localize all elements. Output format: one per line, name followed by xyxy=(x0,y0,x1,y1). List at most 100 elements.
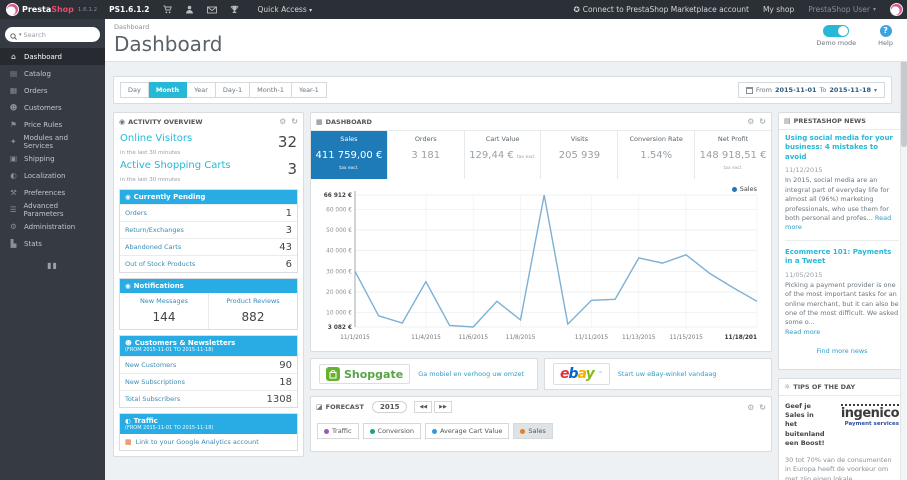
shopgate-ad[interactable]: Shopgate Ga mobiel en verhoog uw omzet xyxy=(310,358,538,390)
range-day-1-button[interactable]: Day-1 xyxy=(215,82,251,98)
globe-icon: ◐ xyxy=(125,417,131,425)
sidebar-search[interactable]: ▾ xyxy=(5,27,100,42)
prestashop-logo[interactable]: PrestaShop 1.6.1.2 xyxy=(0,3,103,16)
ingenico-logo: ingenico Payment services xyxy=(831,402,900,447)
x-tick-label: 11/6/2015 xyxy=(458,335,488,341)
find-more-news-link[interactable]: Find more news xyxy=(785,337,899,361)
sidebar-item-customers[interactable]: ☻ Customers xyxy=(0,99,105,116)
pending-orders-link[interactable]: Orders xyxy=(125,209,147,217)
marketplace-link[interactable]: ✪ Connect to PrestaShop Marketplace accou… xyxy=(574,5,749,14)
range-month-button[interactable]: Month xyxy=(148,82,188,98)
mail-icon[interactable] xyxy=(207,6,218,14)
read-more-link[interactable]: Read more xyxy=(785,328,820,336)
breadcrumb[interactable]: Dashboard xyxy=(114,23,149,31)
new-subscriptions-link[interactable]: New Subscriptions xyxy=(125,378,185,386)
kpi-orders[interactable]: Orders 3 181 xyxy=(388,131,465,179)
new-messages-link[interactable]: New Messages xyxy=(122,297,206,305)
next-year-button[interactable]: ▶▶ xyxy=(434,401,452,413)
refresh-icon[interactable]: ↻ xyxy=(759,403,766,412)
kpi-cart-value[interactable]: Cart Value 129,44 € tax excl. xyxy=(465,131,542,179)
news-article-title[interactable]: Using social media for your business: 4 … xyxy=(785,134,899,162)
quick-access-menu[interactable]: Quick Access ▾ xyxy=(257,5,312,14)
page-scrollbar[interactable] xyxy=(900,19,907,480)
forecast-year[interactable]: 2015 xyxy=(371,401,408,413)
kpi-conversion-rate[interactable]: Conversion Rate 1.54% xyxy=(618,131,696,179)
y-tick-label: 60 000 € xyxy=(326,207,352,213)
range-month-1-button[interactable]: Month-1 xyxy=(250,82,292,98)
series-sales-button[interactable]: Sales xyxy=(513,423,553,439)
pending-returns-link[interactable]: Return/Exchanges xyxy=(125,226,184,234)
sidebar-item-dashboard[interactable]: ⌂ Dashboard xyxy=(0,48,105,65)
sidebar-item-stats[interactable]: ▙ Stats xyxy=(0,235,105,252)
brand-name: PrestaShop xyxy=(22,5,74,14)
pending-abandoned-link[interactable]: Abandoned Carts xyxy=(125,243,181,251)
sidebar-item-orders[interactable]: ▦ Orders xyxy=(0,82,105,99)
series-avg-cart-button[interactable]: Average Cart Value xyxy=(424,423,510,439)
total-subscribers-link[interactable]: Total Subscribers xyxy=(125,395,180,403)
active-carts-label[interactable]: Active Shopping Carts xyxy=(120,160,231,171)
kpi-visits[interactable]: Visits 205 939 xyxy=(541,131,619,179)
ebay-link[interactable]: Start uw eBay-winkel vandaag xyxy=(618,370,717,378)
sidebar-item-catalog[interactable]: ▤ Catalog xyxy=(0,65,105,82)
prev-year-button[interactable]: ◀◀ xyxy=(414,401,433,413)
new-messages-value: 144 xyxy=(152,310,176,324)
traffic-dot xyxy=(324,428,329,434)
demo-mode-toggle[interactable] xyxy=(823,25,850,37)
trophy-icon[interactable] xyxy=(230,5,239,14)
kpi-label: Cart Value xyxy=(485,135,520,143)
collapse-menu-button[interactable]: ▮▮ xyxy=(0,261,105,270)
sidebar-item-shipping[interactable]: ▣ Shipping xyxy=(0,150,105,167)
pending-outofstock-link[interactable]: Out of Stock Products xyxy=(125,260,195,268)
sidebar-item-modules[interactable]: ✦ Modules and Services xyxy=(0,133,105,150)
kpi-net-profit[interactable]: Net Profit 148 918,51 € tax excl. xyxy=(695,131,771,179)
sidebar-item-administration[interactable]: ⚙ Administration xyxy=(0,218,105,235)
shopgate-link[interactable]: Ga mobiel en verhoog uw omzet xyxy=(418,370,524,378)
range-day-button[interactable]: Day xyxy=(120,82,149,98)
chart-legend[interactable]: Sales xyxy=(731,185,757,193)
gear-icon[interactable]: ⚙ xyxy=(279,117,286,126)
series-traffic-button[interactable]: Traffic xyxy=(317,423,359,439)
search-icon xyxy=(10,25,17,44)
refresh-icon[interactable]: ↻ xyxy=(759,117,766,126)
google-analytics-link[interactable]: ▦ Link to your Google Analytics account xyxy=(120,434,297,450)
kpi-sales[interactable]: Sales 411 759,00 € tax excl. xyxy=(311,131,388,179)
help-icon[interactable]: ? xyxy=(879,25,892,37)
product-reviews-link[interactable]: Product Reviews xyxy=(211,297,295,305)
prestashop-logo-icon xyxy=(6,3,19,16)
search-input[interactable] xyxy=(23,30,84,39)
user-menu[interactable]: PrestaShop User ▾ xyxy=(808,5,876,14)
sidebar-item-localization[interactable]: ◐ Localization xyxy=(0,167,105,184)
marketplace-icon: ✪ xyxy=(573,5,580,14)
shop-version[interactable]: PS1.6.1.2 xyxy=(109,5,149,14)
sales-dot xyxy=(520,428,526,434)
tips-panel-header: ☼ TIPS OF THE DAY xyxy=(779,379,905,395)
sidebar-item-preferences[interactable]: ⚒ Preferences xyxy=(0,184,105,201)
date-range-picker[interactable]: From 2015-11-01 To 2015-11-18 ▾ xyxy=(737,82,885,98)
page-title: Dashboard xyxy=(114,32,223,56)
sidebar-item-advanced-parameters[interactable]: ☰ Advanced Parameters xyxy=(0,201,105,218)
series-label: Traffic xyxy=(332,427,352,435)
refresh-icon[interactable]: ↻ xyxy=(291,117,298,126)
online-visitors-label[interactable]: Online Visitors xyxy=(120,133,192,144)
ebay-brand: ebay xyxy=(560,366,595,382)
series-label: Conversion xyxy=(377,427,414,435)
activity-overview-panel: ◉ ACTIVITY OVERVIEW ⚙ ↻ Online Visitors 32… xyxy=(113,112,304,457)
toggle-knob xyxy=(838,26,849,36)
avatar[interactable] xyxy=(890,3,903,16)
globe-icon: ◐ xyxy=(10,171,17,180)
sidebar-item-price-rules[interactable]: ⚑ Price Rules xyxy=(0,116,105,133)
range-year-1-button[interactable]: Year-1 xyxy=(291,82,327,98)
gear-icon[interactable]: ⚙ xyxy=(747,403,754,412)
series-conversion-button[interactable]: Conversion xyxy=(362,423,421,439)
cart-icon[interactable] xyxy=(163,5,173,14)
ebay-logo: ebay ™ xyxy=(553,363,610,385)
ebay-ad[interactable]: ebay ™ Start uw eBay-winkel vandaag xyxy=(544,358,772,390)
customer-icon[interactable] xyxy=(185,5,194,14)
total-subscribers-row: Total Subscribers 1308 xyxy=(120,390,297,407)
range-year-button[interactable]: Year xyxy=(187,82,216,98)
new-customers-link[interactable]: New Customers xyxy=(125,361,176,369)
news-article-title[interactable]: Ecommerce 101: Payments in a Tweet xyxy=(785,248,899,267)
gear-icon[interactable]: ⚙ xyxy=(747,117,754,126)
kpi-row: Sales 411 759,00 € tax excl. Orders 3 181 … xyxy=(311,130,771,179)
my-shop-link[interactable]: My shop xyxy=(763,5,794,14)
